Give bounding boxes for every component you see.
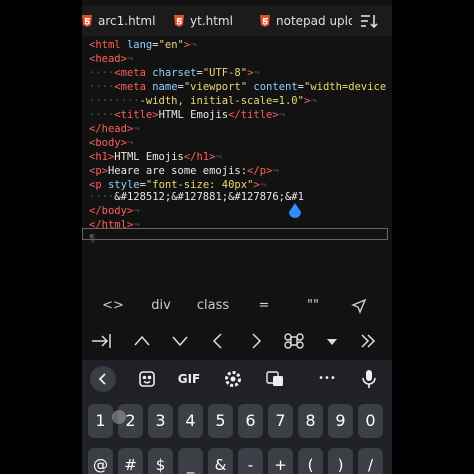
tab-label: arc1.html xyxy=(98,14,156,28)
more-icon[interactable]: ••• xyxy=(314,366,340,392)
double-chevron-right-icon[interactable] xyxy=(356,330,380,352)
code-line-2: <head>¬ xyxy=(89,53,134,65)
dropdown-triangle-icon[interactable] xyxy=(320,330,344,352)
tab-label: yt.html xyxy=(190,14,233,28)
mobile-screen: arc1.html yt.html notepad uploa <html la… xyxy=(82,0,392,474)
code-line-5: ········-width, initial-scale=1.0">¬ xyxy=(89,95,317,107)
html5-icon xyxy=(82,15,92,27)
key-plus[interactable]: + xyxy=(268,448,293,474)
code-line-14: </html>¬ xyxy=(89,219,140,231)
sort-icon[interactable] xyxy=(360,12,378,30)
tab-label: notepad uploa xyxy=(276,14,352,28)
key-4[interactable]: 4 xyxy=(178,404,203,438)
sticker-icon[interactable] xyxy=(134,366,160,392)
code-line-15: ¶ xyxy=(89,233,96,245)
mic-icon[interactable] xyxy=(356,366,382,392)
code-line-3: ····<meta charset="UTF-8">¬ xyxy=(89,67,260,79)
key-hash[interactable]: # xyxy=(118,448,143,474)
gif-button[interactable]: GIF xyxy=(174,366,204,392)
insert-div-button[interactable]: div xyxy=(144,292,178,320)
code-line-8: <body>¬ xyxy=(89,137,134,149)
tab-key-icon[interactable] xyxy=(90,330,114,352)
key-9[interactable]: 9 xyxy=(328,404,353,438)
key-1[interactable]: 1 xyxy=(88,404,113,438)
insert-quotes-button[interactable]: "" xyxy=(304,292,322,320)
arrow-up-icon[interactable] xyxy=(130,330,154,352)
code-line-12: ····&#128512;&#127881;&#127876;&#1 xyxy=(89,191,304,203)
key-close-paren[interactable]: ) xyxy=(328,448,353,474)
code-line-10: <p>Heare are some emojis:</p>¬ xyxy=(89,165,279,177)
code-line-4: ····<meta name="viewport" content="width… xyxy=(89,81,387,93)
touch-indicator xyxy=(112,410,126,424)
code-editor[interactable]: <html lang="en">¬ <head>¬ ····<meta char… xyxy=(82,38,392,288)
translate-icon[interactable] xyxy=(262,366,288,392)
key-at[interactable]: @ xyxy=(88,448,113,474)
code-line-9: <h1>HTML Emojis</h1>¬ xyxy=(89,151,222,163)
code-line-1: <html lang="en">¬ xyxy=(89,39,197,51)
key-5[interactable]: 5 xyxy=(208,404,233,438)
tab-bar: arc1.html yt.html notepad uploa xyxy=(82,6,392,36)
settings-icon[interactable] xyxy=(220,366,246,392)
key-6[interactable]: 6 xyxy=(238,404,263,438)
insert-angle-brackets-button[interactable]: <> xyxy=(100,292,126,320)
tab-arc1-html[interactable]: arc1.html xyxy=(82,6,155,36)
key-0[interactable]: 0 xyxy=(358,404,383,438)
insert-class-button[interactable]: class xyxy=(192,292,234,320)
key-8[interactable]: 8 xyxy=(298,404,323,438)
arrow-down-icon[interactable] xyxy=(168,330,192,352)
key-dollar[interactable]: $ xyxy=(148,448,173,474)
key-3[interactable]: 3 xyxy=(148,404,173,438)
soft-keyboard: GIF ••• 1 2 3 4 5 6 7 8 9 0 @ # $ _ & - … xyxy=(82,360,392,474)
key-7[interactable]: 7 xyxy=(268,404,293,438)
send-icon[interactable] xyxy=(348,292,370,320)
key-slash[interactable]: / xyxy=(358,448,383,474)
arrow-left-icon[interactable] xyxy=(206,330,230,352)
html5-icon xyxy=(260,15,270,27)
insert-equals-button[interactable]: = xyxy=(256,292,272,320)
code-line-6: ····<title>HTML Emojis</title>¬ xyxy=(89,109,286,121)
tab-notepad-upload[interactable]: notepad uploa xyxy=(260,6,352,36)
navigation-key-row xyxy=(82,326,392,356)
key-open-paren[interactable]: ( xyxy=(298,448,323,474)
key-underscore[interactable]: _ xyxy=(178,448,203,474)
code-line-13: </body>¬ xyxy=(89,205,140,217)
back-icon[interactable] xyxy=(90,366,116,392)
quick-insert-bar: <> div class = "" xyxy=(82,292,392,320)
command-key-icon[interactable] xyxy=(282,330,306,352)
html5-icon xyxy=(174,15,184,27)
code-line-7: </head>¬ xyxy=(89,123,140,135)
tab-yt-html[interactable]: yt.html xyxy=(174,6,233,36)
key-ampersand[interactable]: & xyxy=(208,448,233,474)
key-minus[interactable]: - xyxy=(238,448,263,474)
text-caret-handle[interactable] xyxy=(288,203,302,221)
arrow-right-icon[interactable] xyxy=(244,330,268,352)
